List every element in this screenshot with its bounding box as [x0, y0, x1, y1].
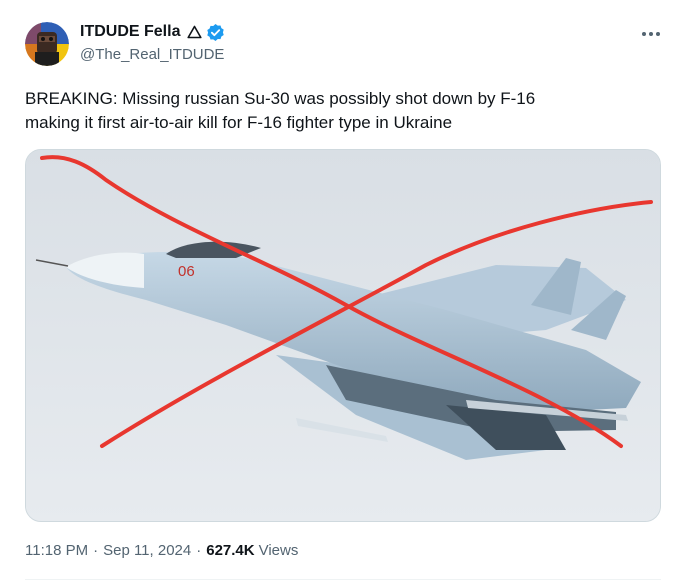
fighter-jet-photo: 06 [26, 150, 660, 521]
divider [25, 579, 661, 580]
meta-separator: · [196, 542, 202, 559]
more-options-button[interactable] [637, 22, 665, 46]
tweet-text: BREAKING: Missing russian Su-30 was poss… [25, 87, 655, 135]
aircraft-number: 06 [178, 263, 195, 280]
tweet-text-line-1: BREAKING: Missing russian Su-30 was poss… [25, 89, 536, 108]
tweet-meta: 11:18 PM · Sep 11, 2024 · 627.4K Views [25, 541, 298, 561]
tweet-time-link[interactable]: 11:18 PM [25, 541, 88, 561]
verified-badge-icon[interactable] [206, 23, 225, 42]
author-handle[interactable]: @The_Real_ITDUDE [80, 45, 224, 65]
tweet-date-link[interactable]: Sep 11, 2024 [103, 541, 191, 561]
tweet-media-image[interactable]: 06 [25, 149, 661, 522]
tweet: ITDUDE Fella @The_Real_ITDUDE BREAKING: … [0, 0, 679, 583]
meta-separator: · [93, 542, 99, 559]
more-dots-icon [642, 32, 660, 36]
author-display-name[interactable]: ITDUDE Fella [80, 22, 180, 42]
avatar-image [25, 22, 69, 66]
tweet-text-line-2: making it first air-to-air kill for F-16… [25, 113, 453, 132]
avatar[interactable] [25, 22, 69, 66]
views-label: Views [258, 542, 299, 559]
views-count: 627.4K [206, 542, 255, 559]
warning-triangle-icon [187, 25, 202, 39]
